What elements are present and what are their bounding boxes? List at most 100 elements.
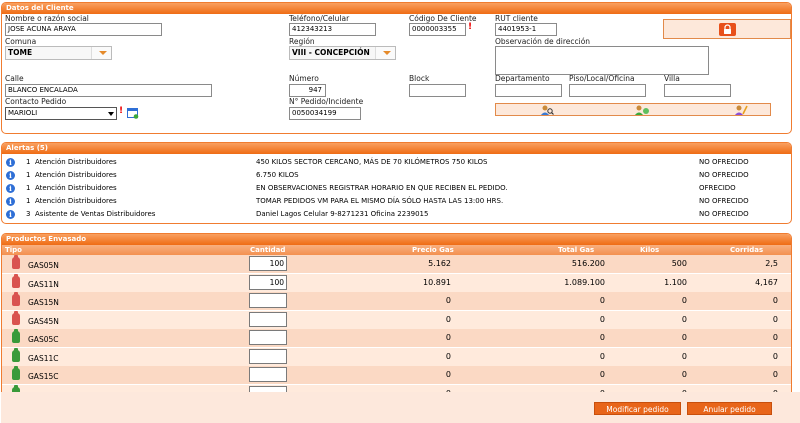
modificar-pedido-button[interactable]: Modificar pedido — [594, 402, 681, 415]
alert-row: i 3 Asistente de Ventas Distribuidores Dani… — [2, 208, 791, 221]
observacion-textarea[interactable] — [495, 46, 709, 75]
product-total: 1.089.100 — [564, 277, 605, 287]
gas-cylinder-icon — [12, 292, 20, 306]
product-type: GAS05C — [28, 335, 59, 344]
quantity-input[interactable]: 100 — [249, 256, 287, 271]
product-total: 0 — [599, 296, 605, 305]
edit-client-icon[interactable] — [734, 104, 748, 116]
productos-table-body: GAS05N 100 5.162 516.200 500 2,5 GAS11N 100 10.8… — [2, 255, 791, 393]
alert-count: 1 — [26, 171, 31, 179]
action-bar: Modificar pedido Anular pedido — [1, 392, 800, 423]
col-kilos: Kilos — [640, 246, 660, 254]
product-row: GAS45N 0 0 0 0 — [2, 310, 791, 329]
comuna-select[interactable]: TOME — [5, 46, 112, 60]
quantity-input[interactable] — [249, 311, 287, 327]
calle-label: Calle — [5, 74, 24, 83]
product-price: 0 — [445, 314, 451, 324]
piso-field[interactable] — [569, 84, 646, 97]
observacion-label: Observación de dirección — [495, 37, 591, 46]
villa-field[interactable] — [664, 84, 731, 97]
gas-cylinder-icon — [12, 310, 20, 325]
product-total: 0 — [599, 370, 605, 379]
product-kilos: 1.100 — [664, 277, 687, 287]
alert-area: Atención Distribuidores — [35, 158, 117, 166]
alert-status: OFRECIDO — [699, 184, 736, 192]
product-kilos: 0 — [681, 314, 687, 324]
depto-field[interactable] — [495, 84, 562, 97]
product-type: GAS15N — [28, 298, 59, 307]
cliente-panel-title: Datos del Cliente — [2, 3, 791, 14]
contacto-required-icon: ! — [119, 106, 124, 116]
info-icon: i — [6, 158, 15, 167]
region-select[interactable]: VIII - CONCEPCIÓN — [289, 46, 396, 60]
quantity-input[interactable] — [249, 330, 287, 345]
block-field[interactable] — [409, 84, 466, 97]
quantity-input[interactable]: 100 — [249, 274, 287, 290]
info-icon: i — [6, 210, 15, 219]
quantity-input[interactable] — [249, 293, 287, 308]
chevron-down-icon — [375, 47, 395, 59]
alert-text: EN OBSERVACIONES REGISTRAR HORARIO EN QU… — [256, 184, 508, 192]
rut-field[interactable]: 4401953-1 — [495, 23, 557, 36]
calle-field[interactable]: BLANCO ENCALADA — [5, 84, 212, 97]
contacto-select[interactable]: MARIOLI — [5, 107, 117, 120]
cliente-panel: Datos del Cliente Nombre o razón social … — [1, 2, 792, 134]
alert-row: i 1 Atención Distribuidores TOMAR PEDIDOS V… — [2, 195, 791, 208]
piso-label: Piso/Local/Oficina — [569, 74, 635, 83]
add-contact-button[interactable] — [127, 107, 139, 119]
alert-count: 1 — [26, 158, 31, 166]
gas-cylinder-icon — [12, 255, 20, 269]
alert-area: Asistente de Ventas Distribuidores — [35, 210, 156, 218]
anular-pedido-button[interactable]: Anular pedido — [687, 402, 772, 415]
product-corridas: 2,5 — [765, 259, 778, 268]
pedido-label: N° Pedido/Incidente — [289, 97, 364, 106]
telefono-field[interactable]: 412343213 — [289, 23, 376, 36]
product-row: GAS05C 0 0 0 0 — [2, 329, 791, 347]
product-price: 0 — [445, 370, 451, 379]
depto-label: Departamento — [495, 74, 550, 83]
lock-button[interactable] — [719, 23, 736, 36]
alert-count: 1 — [26, 197, 31, 205]
quantity-input[interactable] — [249, 367, 287, 382]
productos-table-header: Tipo Cantidad Precio Gas Total Gas Kilos… — [2, 245, 791, 255]
nombre-field[interactable]: JOSE ACUNA ARAYA — [5, 23, 162, 36]
alert-row: i 1 Atención Distribuidores 450 KILOS SECTO… — [2, 156, 791, 169]
product-type: GAS11N — [28, 279, 59, 289]
quantity-input[interactable] — [249, 348, 287, 364]
nombre-label: Nombre o razón social — [5, 14, 89, 23]
numero-label: Número — [289, 74, 319, 83]
gas-cylinder-icon — [12, 366, 20, 380]
numero-field[interactable]: 947 — [289, 84, 326, 97]
product-kilos: 0 — [681, 351, 687, 361]
calendar-add-icon — [127, 108, 139, 119]
alert-row: i 1 Atención Distribuidores 6.750 KILOS NO O… — [2, 169, 791, 182]
alert-area: Atención Distribuidores — [35, 171, 117, 179]
alertas-panel: Alertas (5) i 1 Atención Distribuidores 450… — [1, 142, 792, 224]
pedido-field[interactable]: 0050034199 — [289, 107, 361, 120]
product-row: GAS11N 100 10.891 1.089.100 1.100 4,167 — [2, 273, 791, 292]
product-total: 0 — [599, 351, 605, 361]
product-price: 0 — [445, 296, 451, 305]
product-price: 10.891 — [423, 277, 451, 287]
codigo-field[interactable]: 0000003355 — [409, 23, 466, 36]
productos-panel-title: Productos Envasado — [2, 234, 791, 245]
alert-count: 1 — [26, 184, 31, 192]
product-kilos: 0 — [681, 296, 687, 305]
comuna-label: Comuna — [5, 37, 37, 46]
contacto-label: Contacto Pedido — [5, 97, 67, 106]
client-history-icon[interactable] — [634, 104, 650, 116]
region-label: Región — [289, 37, 315, 46]
product-total: 516.200 — [571, 259, 605, 268]
product-row: GAS11C 0 0 0 0 — [2, 347, 791, 366]
telefono-label: Teléfono/Celular — [289, 14, 350, 23]
chevron-down-icon — [91, 47, 111, 59]
product-total: 0 — [599, 333, 605, 342]
gas-cylinder-icon — [12, 347, 20, 362]
product-price: 5.162 — [428, 259, 451, 268]
info-icon: i — [6, 171, 15, 180]
contacto-value: MARIOLI — [8, 109, 38, 117]
product-type: GAS11C — [28, 353, 59, 363]
product-kilos: 0 — [681, 333, 687, 342]
search-client-icon[interactable] — [540, 104, 554, 116]
col-corridas: Corridas — [730, 246, 764, 254]
